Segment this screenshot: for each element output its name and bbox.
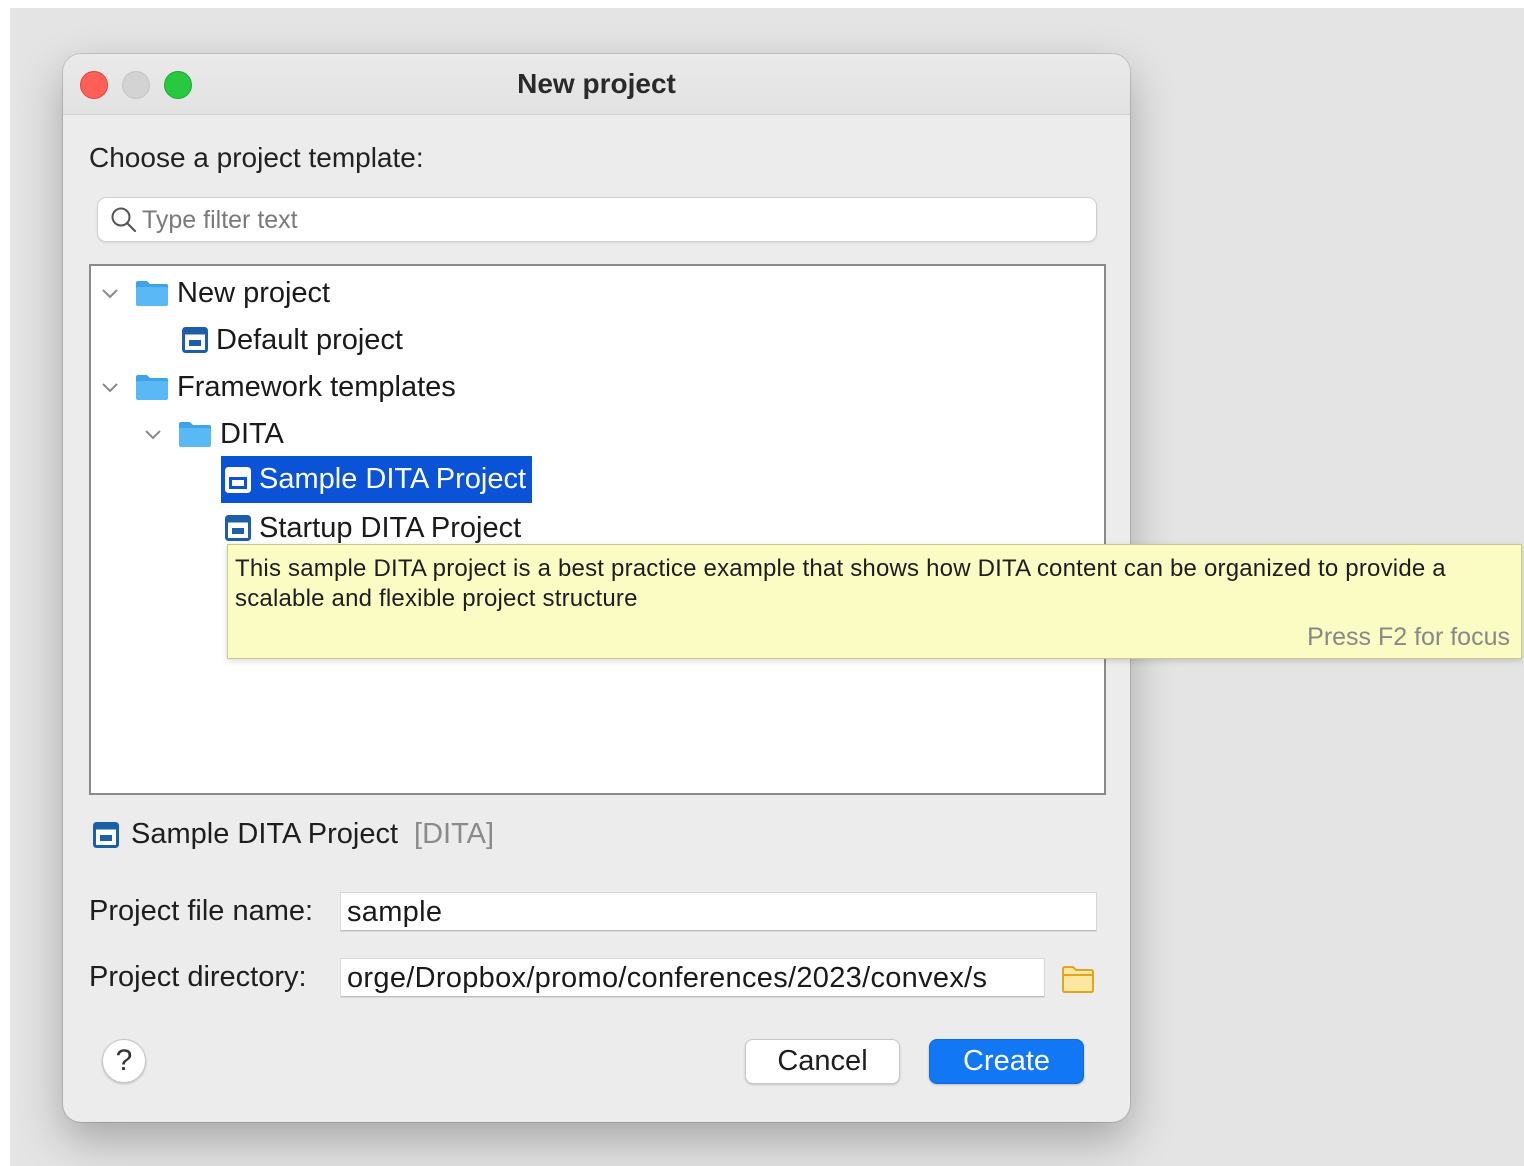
selected-template-summary: Sample DITA Project [DITA] [93, 818, 494, 851]
tree-item-dita[interactable]: DITA [178, 415, 284, 453]
tree-item-label: New project [177, 276, 331, 309]
browse-folder-icon[interactable] [1061, 964, 1095, 994]
selected-template-category: [DITA] [414, 818, 495, 850]
project-file-name-label: Project file name: [89, 895, 314, 927]
project-icon [93, 821, 119, 848]
project-icon [182, 327, 208, 353]
project-directory-field[interactable] [340, 958, 1045, 998]
project-directory-label: Project directory: [89, 961, 307, 993]
tooltip-description-line: This sample DITA project is a best pract… [235, 555, 1446, 582]
folder-icon [179, 422, 211, 447]
tree-item-label: DITA [220, 417, 284, 450]
tree-item-label: Default project [216, 323, 403, 356]
selected-template-name: Sample DITA Project [131, 818, 399, 850]
tooltip-description-line: scalable and flexible project structure [235, 585, 638, 612]
tree-item-sample-dita-project[interactable]: Sample DITA Project [221, 456, 533, 503]
project-icon [225, 515, 251, 541]
window-title: New project [517, 68, 676, 99]
project-file-name-field[interactable] [340, 892, 1097, 932]
template-description-tooltip: This sample DITA project is a best pract… [227, 544, 1522, 659]
chevron-down-icon[interactable] [142, 423, 164, 445]
tree-item-startup-dita-project[interactable]: Startup DITA Project [225, 509, 521, 547]
tree-item-framework-templates[interactable]: Framework templates [135, 368, 456, 406]
template-prompt-label: Choose a project template: [89, 142, 424, 173]
desktop-backdrop-left [0, 0, 10, 1166]
project-icon [225, 466, 251, 493]
search-icon [111, 207, 137, 233]
title-bar: New project [63, 54, 1130, 115]
tree-item-default-project[interactable]: Default project [182, 321, 403, 359]
help-button[interactable]: ? [102, 1039, 146, 1083]
tree-item-label: Sample DITA Project [259, 463, 527, 495]
tree-item-new-project[interactable]: New project [135, 274, 330, 312]
tooltip-focus-hint: Press F2 for focus [1307, 623, 1510, 651]
tooltip-description: This sample DITA project is a best pract… [235, 554, 1515, 614]
template-filter-input[interactable] [140, 202, 1084, 238]
template-tree[interactable]: New project Default project Framework te… [89, 264, 1106, 795]
desktop-backdrop-top [0, 0, 1524, 8]
folder-icon [136, 281, 168, 306]
tree-item-label: Framework templates [177, 370, 456, 403]
chevron-down-icon[interactable] [99, 282, 121, 304]
tree-item-label: Startup DITA Project [259, 511, 522, 544]
cancel-button[interactable]: Cancel [745, 1039, 900, 1084]
create-button[interactable]: Create [929, 1039, 1084, 1084]
chevron-down-icon[interactable] [99, 376, 121, 398]
template-filter-box[interactable] [97, 197, 1097, 242]
folder-icon [136, 375, 168, 400]
